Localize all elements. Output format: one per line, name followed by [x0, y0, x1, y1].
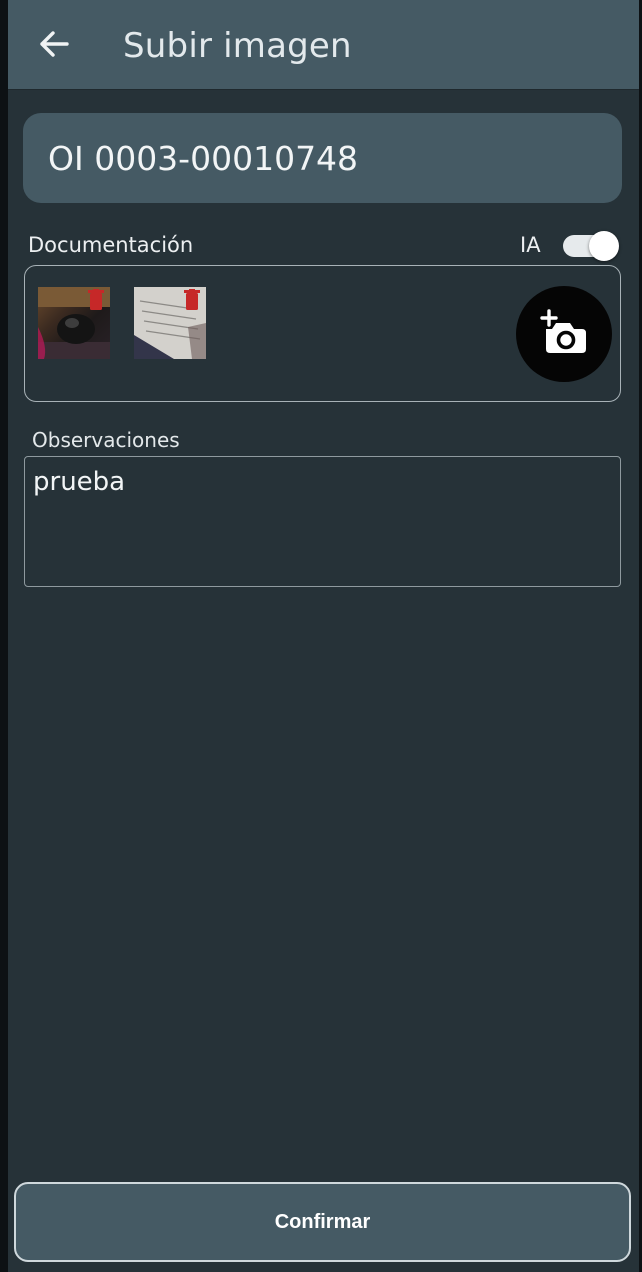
add-camera-icon [538, 308, 590, 360]
order-id: OI 0003-00010748 [48, 138, 359, 178]
ia-label: IA [520, 233, 541, 257]
arrow-left-icon [39, 30, 69, 62]
observations-label: Observaciones [32, 428, 180, 452]
documentation-label: Documentación [28, 233, 194, 257]
screen: Subir imagen OI 0003-00010748 Documentac… [8, 0, 639, 1272]
trash-icon[interactable] [88, 289, 104, 316]
trash-icon[interactable] [184, 289, 200, 316]
back-button[interactable] [32, 22, 76, 70]
observations-field[interactable]: prueba [24, 456, 621, 587]
app-bar: Subir imagen [8, 0, 639, 90]
documentation-box [24, 265, 621, 402]
add-photo-button[interactable] [516, 286, 612, 382]
photo-thumbnail-2[interactable] [134, 287, 206, 359]
page-title: Subir imagen [123, 26, 352, 66]
photo-thumbnail-1[interactable] [38, 287, 110, 359]
confirm-button[interactable]: Confirmar [14, 1182, 631, 1262]
order-card: OI 0003-00010748 [23, 113, 622, 203]
toggle-thumb [589, 231, 619, 261]
ia-toggle[interactable] [563, 231, 621, 261]
